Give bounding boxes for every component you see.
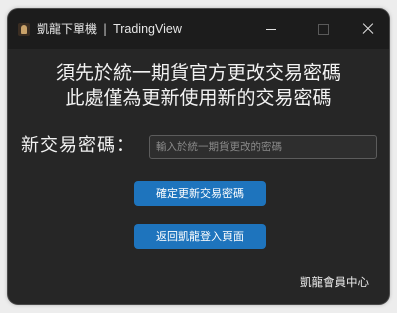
- app-logo-icon: [18, 23, 30, 36]
- window-title-separator: |: [103, 22, 108, 36]
- back-to-login-button[interactable]: 返回凱龍登入頁面: [134, 224, 266, 249]
- notice-line-1: 須先於統一期貨官方更改交易密碼: [55, 62, 341, 84]
- new-password-input[interactable]: [149, 135, 377, 159]
- window-title-app-name: 凱龍下單機: [37, 22, 98, 36]
- title-bar[interactable]: 凱龍下單機 | TradingView: [8, 9, 389, 49]
- maximize-icon[interactable]: [315, 21, 331, 37]
- app-window: 凱龍下單機 | TradingView 須先於統一期貨官方更改交易密碼 此處僅為更新…: [8, 9, 389, 304]
- member-center-link[interactable]: 凱龍會員中心: [300, 274, 369, 290]
- notice-line-2: 此處僅為更新使用新的交易密碼: [65, 87, 332, 109]
- close-icon[interactable]: [360, 21, 376, 37]
- window-title-subtitle: TradingView: [113, 22, 182, 36]
- minimize-icon[interactable]: [263, 21, 279, 37]
- window-title: 凱龍下單機 | TradingView: [37, 21, 182, 37]
- new-password-label: 新交易密碼：: [21, 135, 135, 156]
- confirm-update-password-button[interactable]: 確定更新交易密碼: [134, 181, 266, 206]
